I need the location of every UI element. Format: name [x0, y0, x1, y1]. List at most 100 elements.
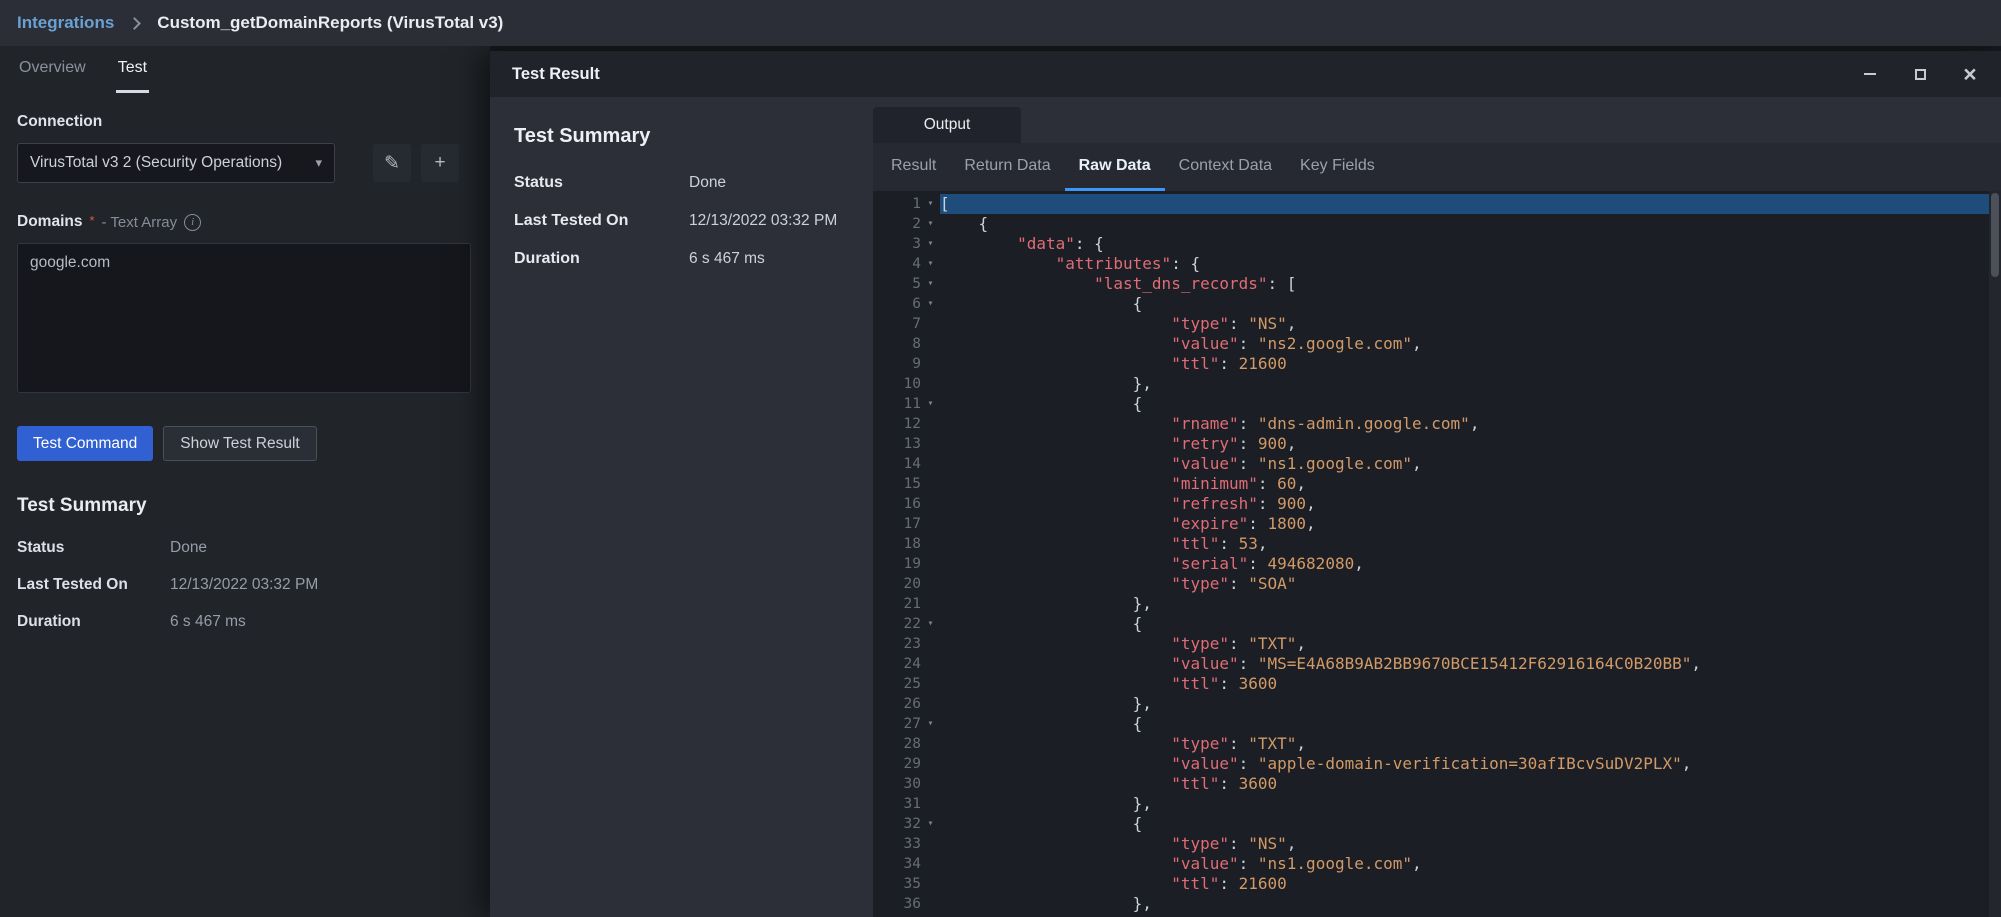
fold-arrow-icon[interactable]: ▾	[921, 814, 940, 834]
code-line[interactable]: 13 "retry": 900,	[873, 434, 2001, 454]
code-text: {	[940, 214, 2001, 234]
code-line[interactable]: 1▾[	[873, 194, 2001, 214]
code-line[interactable]: 32▾ {	[873, 814, 2001, 834]
code-text: },	[940, 694, 2001, 714]
line-number: 28	[873, 734, 921, 754]
code-line[interactable]: 22▾ {	[873, 614, 2001, 634]
code-text: "rname": "dns-admin.google.com",	[940, 414, 2001, 434]
show-test-result-button[interactable]: Show Test Result	[163, 426, 316, 461]
connection-select[interactable]: VirusTotal v3 2 (Security Operations) ▾	[17, 143, 335, 183]
subtab-result[interactable]: Result	[877, 143, 950, 191]
modal-test-summary: Test Summary Status Done Last Tested On …	[490, 97, 873, 917]
summary-row-label: Status	[514, 174, 689, 192]
fold-spacer	[921, 734, 940, 754]
code-line[interactable]: 18 "ttl": 53,	[873, 534, 2001, 554]
code-line[interactable]: 24 "value": "MS=E4A68B9AB2BB9670BCE15412…	[873, 654, 2001, 674]
fold-arrow-icon[interactable]: ▾	[921, 614, 940, 634]
fold-arrow-icon[interactable]: ▾	[921, 194, 940, 214]
fold-arrow-icon[interactable]: ▾	[921, 294, 940, 314]
code-text: {	[940, 394, 2001, 414]
line-gutter: 8	[873, 334, 940, 354]
fold-arrow-icon[interactable]: ▾	[921, 274, 940, 294]
tab-output[interactable]: Output	[873, 107, 1021, 143]
edit-connection-button[interactable]: ✎	[373, 144, 411, 182]
editor-scrollbar[interactable]	[1989, 191, 2001, 917]
fold-spacer	[921, 894, 940, 914]
code-text: "attributes": {	[940, 254, 2001, 274]
subtab-context-data[interactable]: Context Data	[1165, 143, 1286, 191]
code-line[interactable]: 3▾ "data": {	[873, 234, 2001, 254]
code-line[interactable]: 27▾ {	[873, 714, 2001, 734]
line-gutter: 29	[873, 754, 940, 774]
minimize-button[interactable]	[1861, 65, 1879, 83]
code-line[interactable]: 19 "serial": 494682080,	[873, 554, 2001, 574]
code-line[interactable]: 17 "expire": 1800,	[873, 514, 2001, 534]
code-line[interactable]: 25 "ttl": 3600	[873, 674, 2001, 694]
connection-row: VirusTotal v3 2 (Security Operations) ▾ …	[17, 143, 473, 183]
info-icon[interactable]: i	[184, 214, 201, 231]
breadcrumb-integrations-link[interactable]: Integrations	[17, 13, 114, 33]
code-line[interactable]: 4▾ "attributes": {	[873, 254, 2001, 274]
summary-row-value: 12/13/2022 03:32 PM	[170, 576, 318, 594]
fold-arrow-icon[interactable]: ▾	[921, 214, 940, 234]
tab-test[interactable]: Test	[116, 46, 149, 93]
subtab-raw-data[interactable]: Raw Data	[1065, 143, 1165, 191]
scrollbar-thumb[interactable]	[1991, 193, 1999, 277]
fold-arrow-icon[interactable]: ▾	[921, 254, 940, 274]
code-line[interactable]: 35 "ttl": 21600	[873, 874, 2001, 894]
code-text: "type": "NS",	[940, 314, 2001, 334]
code-line[interactable]: 10 },	[873, 374, 2001, 394]
code-line[interactable]: 12 "rname": "dns-admin.google.com",	[873, 414, 2001, 434]
line-number: 18	[873, 534, 921, 554]
domains-type-hint: - Text Array	[102, 214, 178, 231]
line-number: 19	[873, 554, 921, 574]
fold-arrow-icon[interactable]: ▾	[921, 234, 940, 254]
line-number: 34	[873, 854, 921, 874]
code-line[interactable]: 26 },	[873, 694, 2001, 714]
domains-input[interactable]: google.com	[17, 243, 471, 393]
code-line[interactable]: 36 },	[873, 894, 2001, 914]
code-text: {	[940, 614, 2001, 634]
test-command-button[interactable]: Test Command	[17, 426, 153, 461]
code-line[interactable]: 9 "ttl": 21600	[873, 354, 2001, 374]
line-number: 7	[873, 314, 921, 334]
code-line[interactable]: 20 "type": "SOA"	[873, 574, 2001, 594]
code-line[interactable]: 2▾ {	[873, 214, 2001, 234]
code-line[interactable]: 21 },	[873, 594, 2001, 614]
code-line[interactable]: 29 "value": "apple-domain-verification=3…	[873, 754, 2001, 774]
fold-spacer	[921, 574, 940, 594]
code-line[interactable]: 15 "minimum": 60,	[873, 474, 2001, 494]
add-connection-button[interactable]: +	[421, 144, 459, 182]
subtab-return-data[interactable]: Return Data	[950, 143, 1064, 191]
line-number: 25	[873, 674, 921, 694]
line-gutter: 30	[873, 774, 940, 794]
maximize-button[interactable]	[1911, 65, 1929, 83]
code-line[interactable]: 31 },	[873, 794, 2001, 814]
code-line[interactable]: 14 "value": "ns1.google.com",	[873, 454, 2001, 474]
code-line[interactable]: 30 "ttl": 3600	[873, 774, 2001, 794]
code-line[interactable]: 7 "type": "NS",	[873, 314, 2001, 334]
subtab-key-fields[interactable]: Key Fields	[1286, 143, 1389, 191]
code-line[interactable]: 28 "type": "TXT",	[873, 734, 2001, 754]
code-text: "refresh": 900,	[940, 494, 2001, 514]
fold-arrow-icon[interactable]: ▾	[921, 394, 940, 414]
close-button[interactable]: ×	[1961, 65, 1979, 83]
line-gutter: 19	[873, 554, 940, 574]
code-line[interactable]: 23 "type": "TXT",	[873, 634, 2001, 654]
code-line[interactable]: 11▾ {	[873, 394, 2001, 414]
raw-data-code-editor[interactable]: 1▾[2▾ {3▾ "data": {4▾ "attributes": {5▾ …	[873, 191, 2001, 917]
line-gutter: 1▾	[873, 194, 940, 214]
fold-spacer	[921, 754, 940, 774]
fold-arrow-icon[interactable]: ▾	[921, 714, 940, 734]
code-text: "type": "TXT",	[940, 734, 2001, 754]
line-number: 20	[873, 574, 921, 594]
code-line[interactable]: 6▾ {	[873, 294, 2001, 314]
fold-spacer	[921, 414, 940, 434]
summary-row-value: 6 s 467 ms	[689, 250, 765, 268]
tab-overview[interactable]: Overview	[17, 46, 88, 93]
code-line[interactable]: 16 "refresh": 900,	[873, 494, 2001, 514]
code-line[interactable]: 34 "value": "ns1.google.com",	[873, 854, 2001, 874]
code-line[interactable]: 8 "value": "ns2.google.com",	[873, 334, 2001, 354]
code-line[interactable]: 5▾ "last_dns_records": [	[873, 274, 2001, 294]
code-line[interactable]: 33 "type": "NS",	[873, 834, 2001, 854]
